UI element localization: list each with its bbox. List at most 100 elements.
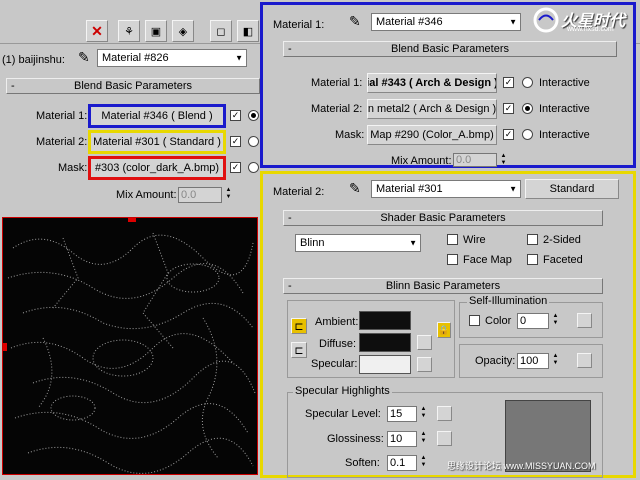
- shader-dropdown[interactable]: Blinn ▼: [295, 234, 421, 252]
- mask-label: Mask:: [58, 162, 88, 174]
- faceted-label: Faceted: [543, 254, 583, 266]
- blend-material-dropdown[interactable]: Material #346 ▼: [371, 13, 521, 31]
- mix-amount-label: Mix Amount:: [116, 189, 177, 201]
- specular-label: Specular:: [311, 358, 358, 370]
- material1-radio[interactable]: [248, 110, 259, 121]
- material2-label: Material 2:: [36, 136, 88, 148]
- map-icon[interactable]: ▣: [145, 20, 167, 42]
- specular-level-input[interactable]: 15: [387, 406, 417, 422]
- opacity-map-button[interactable]: [577, 353, 592, 368]
- glossiness-map-button[interactable]: [437, 431, 452, 446]
- wire-label: Wire: [463, 234, 486, 246]
- show-map-icon[interactable]: ◈: [172, 20, 194, 42]
- lock-diffuse-specular-button[interactable]: ⊏: [291, 342, 307, 358]
- preview-marker-top: [128, 218, 136, 222]
- eyedropper-icon[interactable]: ✎: [349, 13, 361, 30]
- blend-mask-label: Mask:: [335, 129, 365, 141]
- blend-material2-radio[interactable]: [522, 103, 533, 114]
- self-illumination-title: Self-Illumination: [467, 295, 550, 307]
- opacity-spinner[interactable]: ▲ ▼: [551, 353, 560, 367]
- wire-checkbox[interactable]: [447, 234, 458, 245]
- blend-mask-checkbox[interactable]: ✓: [503, 129, 514, 140]
- blend-mix-amount-input[interactable]: 0.0: [453, 153, 497, 167]
- blend-interactive3-label: Interactive: [539, 129, 590, 141]
- material2-radio[interactable]: [248, 136, 259, 147]
- specular-highlights-title: Specular Highlights: [293, 385, 392, 397]
- eyedropper-icon[interactable]: ✎: [78, 49, 90, 66]
- go-forward-icon[interactable]: ◧: [237, 20, 259, 42]
- specular-map-button[interactable]: [417, 357, 432, 372]
- material2-highlight: [88, 130, 226, 154]
- watermark-logo: 火星时代 www.hxsd.com: [533, 5, 637, 35]
- blend-material2-checkbox[interactable]: ✓: [503, 103, 514, 114]
- mask-preview-image: [2, 217, 258, 475]
- specular-level-spinner[interactable]: ▲ ▼: [419, 406, 428, 420]
- mask-highlight: [88, 156, 226, 180]
- standard-material-dropdown[interactable]: Material #301 ▼: [371, 180, 521, 198]
- blend-interactive1-label: Interactive: [539, 77, 590, 89]
- mix-amount-input[interactable]: 0.0: [178, 187, 222, 203]
- mix-amount-spinner[interactable]: ▲ ▼: [224, 187, 233, 201]
- preview-marker-left: [3, 343, 7, 351]
- opacity-input[interactable]: 100: [517, 353, 549, 369]
- lock-ambient-diffuse-button[interactable]: ⊏: [291, 318, 307, 334]
- material-icon[interactable]: ⚘: [118, 20, 140, 42]
- blend-mix-amount-label: Mix Amount:: [391, 155, 452, 167]
- specular-level-map-button[interactable]: [437, 406, 452, 421]
- diffuse-swatch[interactable]: [359, 333, 411, 352]
- glossiness-label: Glossiness:: [327, 433, 384, 445]
- material2-checkbox[interactable]: ✓: [230, 136, 241, 147]
- blend-material1-button[interactable]: ial #343 ( Arch & Design ): [367, 73, 497, 93]
- blend-interactive2-label: Interactive: [539, 103, 590, 115]
- lock-icon[interactable]: 🔒: [437, 322, 451, 338]
- soften-spinner[interactable]: ▲ ▼: [419, 455, 428, 469]
- eyedropper-icon[interactable]: ✎: [349, 180, 361, 197]
- specular-swatch[interactable]: [359, 355, 411, 374]
- blend-material2-label: Material 2:: [311, 103, 363, 115]
- face-map-checkbox[interactable]: [447, 254, 458, 265]
- standard-material-label: Material 2:: [273, 186, 325, 198]
- blend-mix-amount-spinner[interactable]: ▲ ▼: [499, 153, 508, 167]
- glossiness-input[interactable]: 10: [387, 431, 417, 447]
- face-map-label: Face Map: [463, 254, 512, 266]
- self-illum-spinner[interactable]: ▲ ▼: [551, 313, 560, 327]
- self-illum-input[interactable]: 0: [517, 313, 549, 329]
- blend-material2-button[interactable]: n metal2 ( Arch & Design ): [367, 99, 497, 119]
- object-name-label: (1) baijinshu:: [2, 54, 65, 66]
- two-sided-label: 2-Sided: [543, 234, 581, 246]
- blend-rollout-header[interactable]: - Blend Basic Parameters: [6, 78, 260, 94]
- footer-watermark: 思缘设计论坛 www.MISSYUAN.COM: [447, 461, 596, 471]
- soften-label: Soften:: [345, 457, 380, 469]
- shader-rollout-header[interactable]: - Shader Basic Parameters: [283, 210, 603, 226]
- blend-material-label: Material 1:: [273, 19, 325, 31]
- ambient-swatch[interactable]: [359, 311, 411, 330]
- material-type-button[interactable]: Standard: [525, 179, 619, 199]
- blend-material1-checkbox[interactable]: ✓: [503, 77, 514, 88]
- blend-rollout-header[interactable]: - Blend Basic Parameters: [283, 41, 617, 57]
- delete-icon[interactable]: ✕: [86, 20, 108, 42]
- self-illum-map-button[interactable]: [577, 313, 592, 328]
- soften-input[interactable]: 0.1: [387, 455, 417, 471]
- standard-panel: Material 2: ✎ Material #301 ▼ Standard -S…: [260, 171, 636, 478]
- go-parent-icon[interactable]: ◻: [210, 20, 232, 42]
- mask-radio[interactable]: [248, 162, 259, 173]
- blend-mask-button[interactable]: Map #290 (Color_A.bmp): [367, 125, 497, 145]
- blend-material1-radio[interactable]: [522, 77, 533, 88]
- specular-level-label: Specular Level:: [305, 408, 381, 420]
- logo-sub: www.hxsd.com: [567, 26, 614, 33]
- material1-label: Material 1:: [36, 110, 88, 122]
- blend-panel: Material 1: ✎ Material #346 ▼ - Blend Basi…: [260, 2, 636, 168]
- material-dropdown[interactable]: Material #826 ▼: [97, 49, 247, 67]
- faceted-checkbox[interactable]: [527, 254, 538, 265]
- blend-mask-radio[interactable]: [522, 129, 533, 140]
- mask-checkbox[interactable]: ✓: [230, 162, 241, 173]
- self-illum-color-checkbox[interactable]: [469, 315, 480, 326]
- opacity-label: Opacity:: [475, 355, 516, 367]
- two-sided-checkbox[interactable]: [527, 234, 538, 245]
- diffuse-map-button[interactable]: [417, 335, 432, 350]
- glossiness-spinner[interactable]: ▲ ▼: [419, 431, 428, 445]
- blend-material1-label: Material 1:: [311, 77, 363, 89]
- ambient-label: Ambient:: [315, 316, 359, 328]
- material1-checkbox[interactable]: ✓: [230, 110, 241, 121]
- blinn-rollout-header[interactable]: - Blinn Basic Parameters: [283, 278, 603, 294]
